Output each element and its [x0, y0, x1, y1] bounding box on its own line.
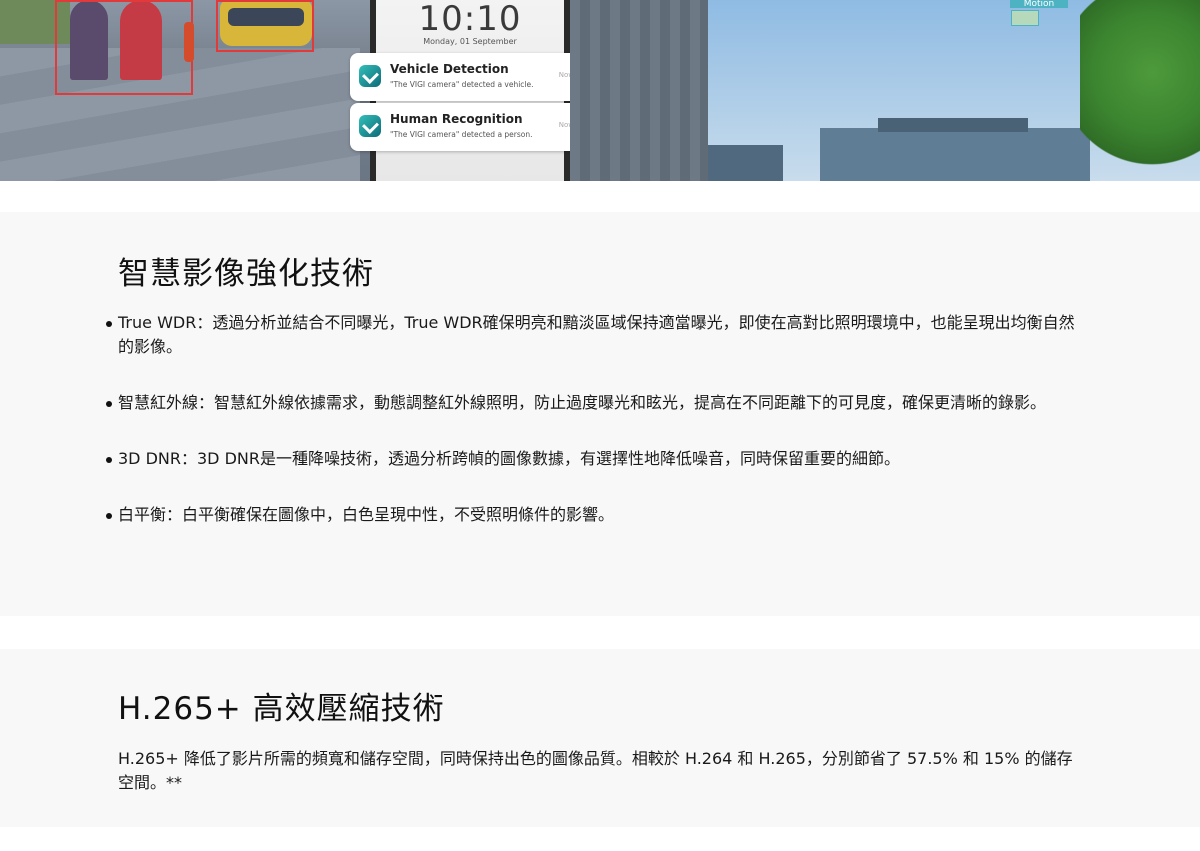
lockscreen-date: Monday, 01 September — [423, 37, 517, 46]
smart-imaging-section: 智慧影像強化技術 True WDR：透過分析並結合不同曝光，True WDR確保… — [0, 212, 1200, 616]
traffic-cone — [184, 22, 194, 62]
notification-title: Vehicle Detection — [390, 62, 509, 76]
hero-banner: 10:10 Monday, 01 September Vehicle Detec… — [0, 0, 1200, 181]
vigi-shield-icon — [359, 115, 381, 137]
feature-list: True WDR：透過分析並結合不同曝光，True WDR確保明亮和黯淡區域保持… — [106, 311, 1088, 527]
tree — [1080, 0, 1200, 181]
motion-detection-box — [1011, 10, 1039, 26]
list-item: 白平衡：白平衡確保在圖像中，白色呈現中性，不受照明條件的影響。 — [106, 503, 1088, 527]
building — [708, 145, 783, 181]
office-building-facade — [570, 0, 710, 181]
list-item: True WDR：透過分析並結合不同曝光，True WDR確保明亮和黯淡區域保持… — [106, 311, 1088, 359]
lockscreen-clock: 10:10 — [418, 0, 522, 39]
street-scene — [0, 0, 400, 181]
h265-section: H.265+ 高效壓縮技術 H.265+ 降低了影片所需的頻寬和儲存空間，同時保… — [0, 649, 1200, 827]
notification-vehicle: Vehicle Detection "The VIGI camera" dete… — [350, 53, 582, 101]
section-title: 智慧影像強化技術 — [118, 256, 374, 292]
notification-text: "The VIGI camera" detected a person. — [390, 130, 533, 139]
vigi-shield-icon — [359, 65, 381, 87]
motion-label: Motion — [1010, 0, 1068, 8]
notification-title: Human Recognition — [390, 112, 523, 126]
section-title: H.265+ 高效壓縮技術 — [118, 691, 445, 727]
notification-human: Human Recognition "The VIGI camera" dete… — [350, 103, 582, 151]
vehicle-detection-box — [216, 0, 314, 52]
notification-text: "The VIGI camera" detected a vehicle. — [390, 80, 534, 89]
building — [820, 128, 1090, 181]
building — [878, 118, 1028, 132]
list-item: 智慧紅外線：智慧紅外線依據需求，動態調整紅外線照明，防止過度曝光和眩光，提高在不… — [106, 391, 1088, 415]
list-item: 3D DNR：3D DNR是一種降噪技術，透過分析跨幀的圖像數據，有選擇性地降低… — [106, 447, 1088, 471]
person-detection-box — [55, 0, 193, 95]
section-paragraph: H.265+ 降低了影片所需的頻寬和儲存空間，同時保持出色的圖像品質。相較於 H… — [118, 749, 1073, 792]
